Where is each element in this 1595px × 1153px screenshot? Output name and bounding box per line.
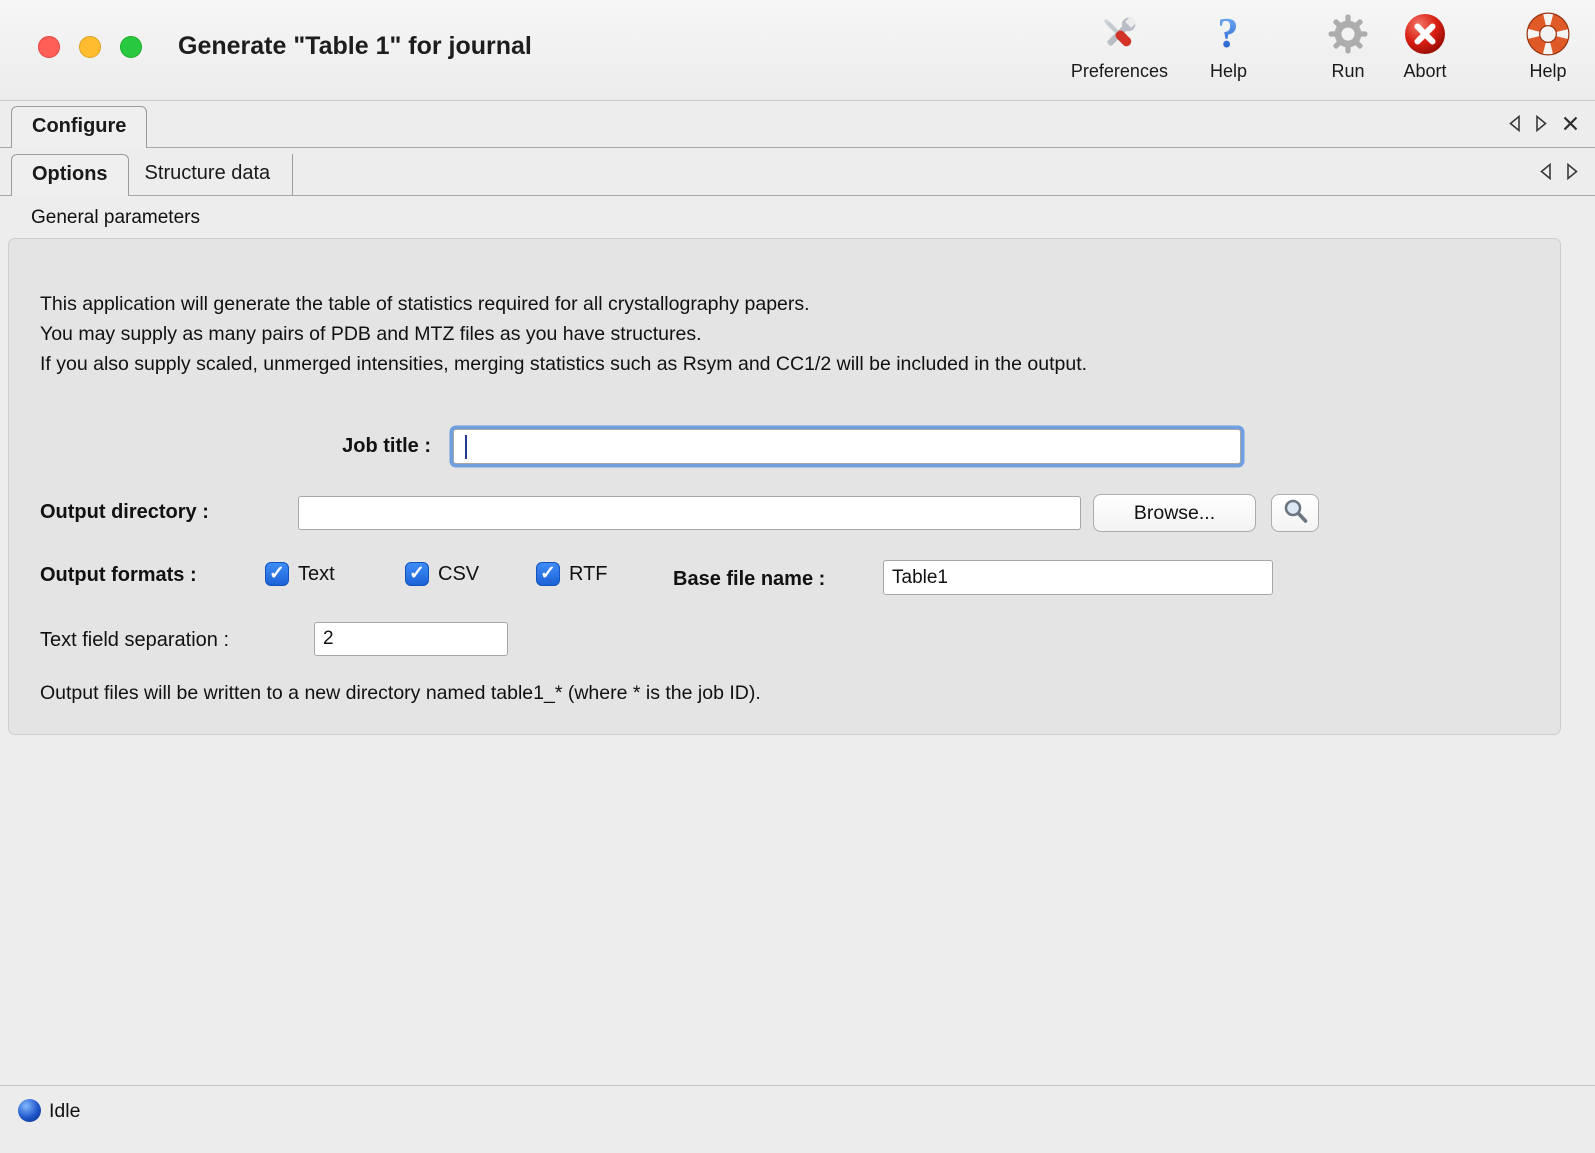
- close-tab-icon[interactable]: [1562, 115, 1579, 137]
- help-button-2[interactable]: Help: [1525, 8, 1571, 82]
- tab-structure-data[interactable]: Structure data: [129, 154, 294, 196]
- abort-button[interactable]: Abort: [1403, 8, 1447, 82]
- help-label: Help: [1210, 61, 1247, 82]
- gear-icon: [1327, 8, 1369, 60]
- status-text: Idle: [49, 1100, 80, 1123]
- options-tab-strip: Options Structure data: [0, 148, 1595, 196]
- toolbar: Preferences ? Help: [1071, 8, 1571, 96]
- window-title: Generate "Table 1" for journal: [178, 32, 532, 61]
- output-directory-input[interactable]: [298, 496, 1081, 530]
- tab-configure[interactable]: Configure: [11, 106, 147, 148]
- abort-label: Abort: [1403, 61, 1446, 82]
- output-formats-label: Output formats :: [40, 564, 197, 587]
- general-parameters-panel: This application will generate the table…: [8, 238, 1561, 735]
- browse-button[interactable]: Browse...: [1093, 494, 1256, 532]
- lifering-icon: [1525, 8, 1571, 60]
- nav-left-icon[interactable]: [1508, 115, 1521, 137]
- checkbox-csv[interactable]: CSV: [405, 562, 479, 586]
- help-label-2: Help: [1529, 61, 1566, 82]
- svg-text:?: ?: [1218, 12, 1239, 56]
- window-controls: [38, 36, 142, 58]
- tab-options[interactable]: Options: [11, 154, 129, 196]
- zoom-window-button[interactable]: [120, 36, 142, 58]
- preferences-button[interactable]: Preferences: [1071, 8, 1168, 82]
- status-indicator-icon: [18, 1099, 41, 1122]
- question-icon: ?: [1212, 8, 1244, 60]
- checkbox-text[interactable]: Text: [265, 562, 335, 586]
- csv-checkbox-label: CSV: [438, 563, 479, 586]
- description-line-2: You may supply as many pairs of PDB and …: [40, 319, 1087, 349]
- text-field-separation-input[interactable]: [314, 622, 508, 656]
- abort-icon: [1403, 8, 1447, 60]
- rtf-checkbox-box[interactable]: [536, 562, 560, 586]
- checkbox-rtf[interactable]: RTF: [536, 562, 608, 586]
- csv-checkbox-box[interactable]: [405, 562, 429, 586]
- preferences-label: Preferences: [1071, 61, 1168, 82]
- rtf-checkbox-label: RTF: [569, 563, 608, 586]
- description-line-3: If you also supply scaled, unmerged inte…: [40, 349, 1087, 379]
- text-checkbox-label: Text: [298, 563, 335, 586]
- general-parameters-label: General parameters: [31, 207, 200, 229]
- job-title-label: Job title :: [9, 435, 431, 458]
- description-text: This application will generate the table…: [40, 289, 1087, 379]
- configure-tab-strip: Configure: [0, 101, 1595, 148]
- base-file-name-label: Base file name :: [673, 568, 825, 591]
- job-title-input[interactable]: [453, 429, 1241, 464]
- text-checkbox-box[interactable]: [265, 562, 289, 586]
- output-note: Output files will be written to a new di…: [40, 682, 761, 705]
- status-bar: Idle: [0, 1085, 1595, 1153]
- text-field-separation-label: Text field separation :: [40, 629, 229, 652]
- title-bar: Generate "Table 1" for journal: [0, 0, 1595, 101]
- search-directory-button[interactable]: [1271, 494, 1319, 532]
- run-button[interactable]: Run: [1327, 8, 1369, 82]
- tools-icon: [1096, 8, 1142, 60]
- text-caret: [465, 435, 467, 459]
- description-line-1: This application will generate the table…: [40, 289, 1087, 319]
- magnifier-icon: [1280, 496, 1310, 531]
- nav-right-icon[interactable]: [1535, 115, 1548, 137]
- base-file-name-input[interactable]: [883, 560, 1273, 595]
- run-label: Run: [1331, 61, 1364, 82]
- close-window-button[interactable]: [38, 36, 60, 58]
- output-directory-label: Output directory :: [40, 501, 209, 524]
- nav-right-icon-2[interactable]: [1566, 163, 1579, 185]
- nav-left-icon-2[interactable]: [1539, 163, 1552, 185]
- help-button[interactable]: ? Help: [1210, 8, 1247, 82]
- minimize-window-button[interactable]: [79, 36, 101, 58]
